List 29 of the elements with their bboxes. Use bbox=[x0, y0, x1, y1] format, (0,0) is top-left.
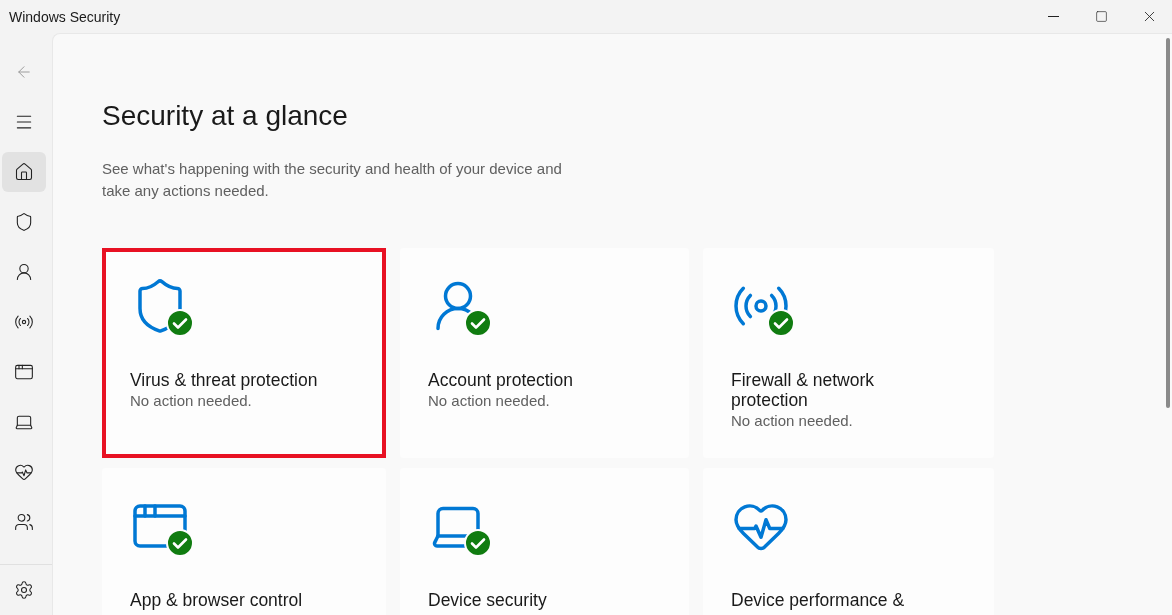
page-subtitle: See what's happening with the security and health of your device and take any actions needed. bbox=[102, 159, 563, 201]
nav-home-button[interactable] bbox=[2, 152, 46, 192]
app-window-icon bbox=[14, 362, 34, 382]
people-icon bbox=[14, 512, 34, 532]
card-title: Device security bbox=[428, 590, 548, 610]
scrollbar[interactable] bbox=[1166, 38, 1170, 408]
window-title: Windows Security bbox=[9, 8, 122, 25]
card-title: Account protection bbox=[428, 370, 574, 390]
settings-icon bbox=[14, 580, 34, 600]
protection-card[interactable]: App & browser control bbox=[102, 468, 386, 615]
shield-icon bbox=[14, 212, 34, 232]
maximize-icon bbox=[1094, 10, 1108, 23]
card-status: No action needed. bbox=[731, 411, 854, 431]
card-title: Firewall & network protection bbox=[731, 370, 875, 410]
heart-pulse-icon bbox=[14, 462, 34, 482]
card-title: Device performance & bbox=[731, 590, 906, 610]
person-icon bbox=[14, 262, 34, 282]
home-icon bbox=[14, 162, 34, 182]
minimize-icon bbox=[1047, 16, 1059, 17]
protection-card[interactable]: Firewall & network protection No action needed. bbox=[703, 248, 994, 458]
protection-card[interactable]: Device performance & bbox=[703, 468, 994, 615]
card-title: App & browser control bbox=[130, 590, 304, 610]
card-status: No action needed. bbox=[130, 391, 253, 411]
protection-card[interactable]: Account protection No action needed. bbox=[400, 248, 689, 458]
card-status: No action needed. bbox=[428, 391, 551, 411]
card-title: Virus & threat protection bbox=[130, 370, 319, 390]
protection-card[interactable]: Device security bbox=[400, 468, 689, 615]
page-title: Security at a glance bbox=[102, 100, 349, 132]
protection-card[interactable]: Virus & threat protection No action needed. bbox=[102, 248, 386, 458]
